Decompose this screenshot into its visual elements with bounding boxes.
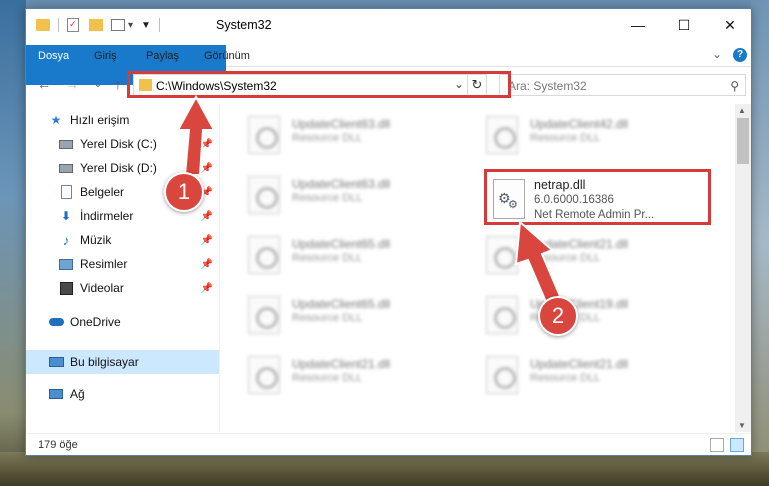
arrow-step-2 [514,219,562,304]
annotation-arrows [176,94,562,304]
step-2-badge: 2 [538,296,578,336]
arrow-step-1 [176,94,216,176]
step-1-badge: 1 [164,172,204,212]
